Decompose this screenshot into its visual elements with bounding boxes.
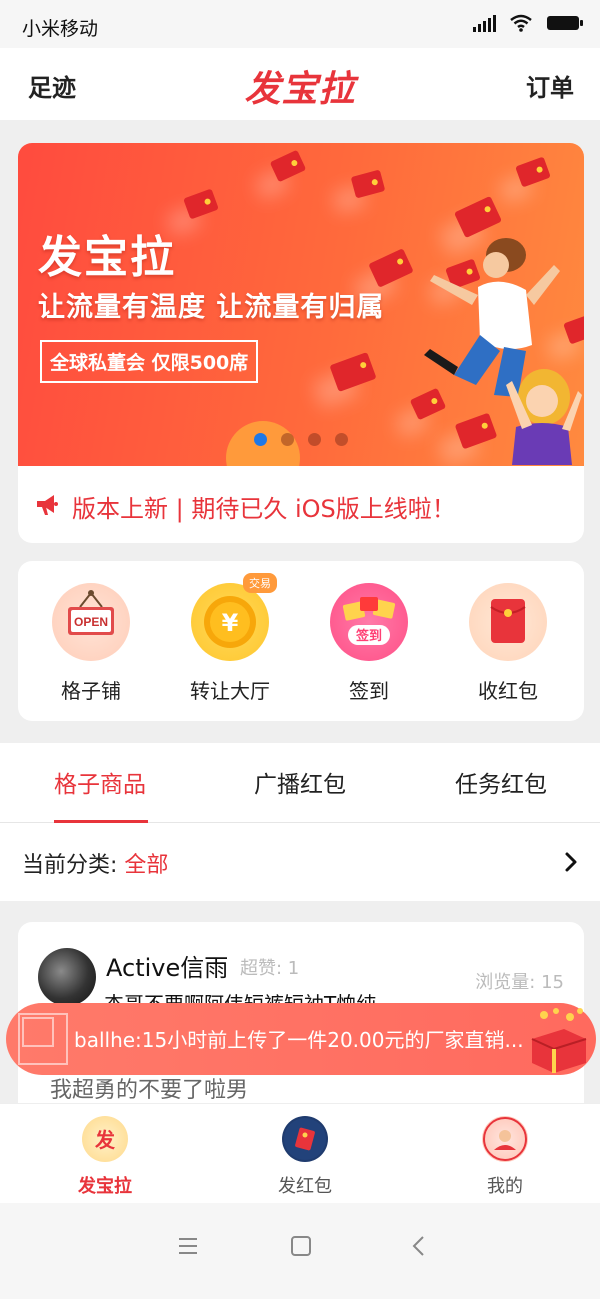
nav-item-profile[interactable]: 我的 bbox=[445, 1116, 565, 1198]
category-value: 全部 bbox=[124, 853, 169, 878]
home-button-icon[interactable] bbox=[290, 1235, 312, 1261]
red-packet-decoration bbox=[453, 195, 503, 239]
category-selector[interactable]: 当前分类: 全部 bbox=[0, 823, 600, 901]
post-views: 浏览量: 15 bbox=[475, 972, 564, 993]
red-packet-decoration bbox=[329, 352, 377, 392]
signal-icon bbox=[473, 14, 496, 32]
bottom-nav: 发 发宝拉 发红包 我的 bbox=[0, 1103, 600, 1203]
quick-action-label: 格子铺 bbox=[61, 679, 121, 703]
tab-grid-goods[interactable]: 格子商品 bbox=[54, 765, 146, 799]
red-packet-icon bbox=[469, 583, 547, 661]
status-icons bbox=[473, 14, 584, 32]
red-packet-decoration bbox=[350, 169, 386, 199]
megaphone-icon bbox=[34, 493, 60, 521]
back-icon[interactable] bbox=[408, 1235, 430, 1261]
home-logo-icon: 发 bbox=[82, 1116, 128, 1162]
checkin-icon: 签到 bbox=[330, 583, 408, 661]
status-bar: 小米移动 bbox=[0, 0, 600, 48]
post-likes: 超赞: 1 bbox=[240, 958, 300, 979]
banner-title: 发宝拉 bbox=[38, 232, 176, 283]
red-packet-decoration bbox=[368, 248, 414, 288]
nav-label: 发红包 bbox=[278, 1176, 332, 1197]
red-packet-decoration bbox=[454, 412, 498, 450]
nav-item-home[interactable]: 发 发宝拉 bbox=[45, 1116, 165, 1198]
svg-text:签到: 签到 bbox=[355, 628, 382, 644]
svg-text:¥: ¥ bbox=[222, 609, 239, 637]
carousel-dot[interactable] bbox=[254, 433, 267, 446]
carousel-indicator bbox=[254, 433, 348, 446]
coin-icon: ¥ 交易 bbox=[191, 573, 277, 661]
orders-button[interactable]: 订单 bbox=[526, 68, 574, 103]
carousel-dot[interactable] bbox=[335, 433, 348, 446]
nav-label: 发宝拉 bbox=[78, 1176, 132, 1197]
banner-slogan: 让流量有温度 让流量有归属 bbox=[38, 292, 385, 323]
announcement-bar[interactable]: 版本上新 | 期待已久 iOS版上线啦！ bbox=[34, 489, 456, 524]
nav-label: 我的 bbox=[487, 1176, 523, 1197]
tab-task-packet[interactable]: 任务红包 bbox=[455, 765, 547, 799]
svg-text:OPEN: OPEN bbox=[74, 615, 108, 629]
red-packet-decoration bbox=[563, 313, 584, 345]
placeholder-image-icon bbox=[18, 1013, 68, 1065]
profile-icon bbox=[482, 1116, 528, 1162]
girl-illustration bbox=[506, 369, 582, 465]
announcement-text: 版本上新 | 期待已久 iOS版上线啦！ bbox=[72, 495, 456, 523]
carrier-label: 小米移动 bbox=[22, 18, 99, 40]
carousel-dot[interactable] bbox=[281, 433, 294, 446]
app-header: 足迹 发宝拉 订单 bbox=[0, 48, 600, 120]
svg-text:发: 发 bbox=[94, 1128, 116, 1152]
carousel-dot[interactable] bbox=[308, 433, 321, 446]
gift-box-icon bbox=[531, 1008, 587, 1073]
wifi-icon bbox=[510, 14, 532, 32]
quick-action-checkin[interactable]: 签到 签到 bbox=[309, 583, 429, 704]
tab-bar: 格子商品 广播红包 任务红包 bbox=[0, 743, 600, 823]
activity-toast[interactable]: ballhe:15小时前上传了一件20.00元的厂家直销... bbox=[6, 1003, 596, 1075]
open-sign-icon: OPEN bbox=[52, 583, 130, 661]
quick-action-redpacket[interactable]: 收红包 bbox=[448, 583, 568, 704]
category-prefix: 当前分类: bbox=[22, 853, 125, 878]
red-packet-decoration bbox=[183, 188, 219, 220]
quick-actions-card: OPEN 格子铺 ¥ 交易 转让大厅 签到 签到 收红包 bbox=[18, 561, 584, 721]
category-label: 当前分类: 全部 bbox=[22, 847, 168, 879]
menu-icon[interactable] bbox=[177, 1235, 199, 1261]
banner-card: 发宝拉 让流量有温度 让流量有归属 全球私董会 仅限500席 版本上新 | 期待… bbox=[18, 143, 584, 543]
quick-action-label: 签到 bbox=[349, 679, 389, 703]
post-author-name[interactable]: Active信雨 bbox=[106, 948, 228, 983]
nav-item-send-packet[interactable]: 发红包 bbox=[245, 1116, 365, 1198]
red-packet-decoration bbox=[515, 156, 551, 188]
battery-icon bbox=[546, 14, 584, 32]
trade-badge: 交易 bbox=[243, 573, 277, 593]
quick-action-transfer[interactable]: ¥ 交易 转让大厅 bbox=[170, 573, 290, 704]
promo-banner[interactable]: 发宝拉 让流量有温度 让流量有归属 全球私董会 仅限500席 bbox=[18, 143, 584, 466]
banner-badge: 全球私董会 仅限500席 bbox=[40, 340, 259, 383]
quick-action-label: 转让大厅 bbox=[190, 679, 270, 703]
toast-text: ballhe:15小时前上传了一件20.00元的厂家直销... bbox=[74, 1028, 524, 1052]
quick-action-label: 收红包 bbox=[478, 679, 538, 703]
app-logo: 发宝拉 bbox=[244, 68, 356, 110]
chevron-right-icon[interactable] bbox=[564, 851, 578, 877]
post-subtext: 我超勇的不要了啦男 bbox=[50, 1078, 249, 1103]
red-packet-decoration bbox=[269, 149, 307, 183]
avatar[interactable] bbox=[38, 948, 96, 1006]
system-nav-bar bbox=[0, 1203, 600, 1299]
send-red-packet-icon bbox=[282, 1116, 328, 1162]
quick-action-shop[interactable]: OPEN 格子铺 bbox=[31, 583, 151, 704]
tab-broadcast-packet[interactable]: 广播红包 bbox=[254, 765, 346, 799]
